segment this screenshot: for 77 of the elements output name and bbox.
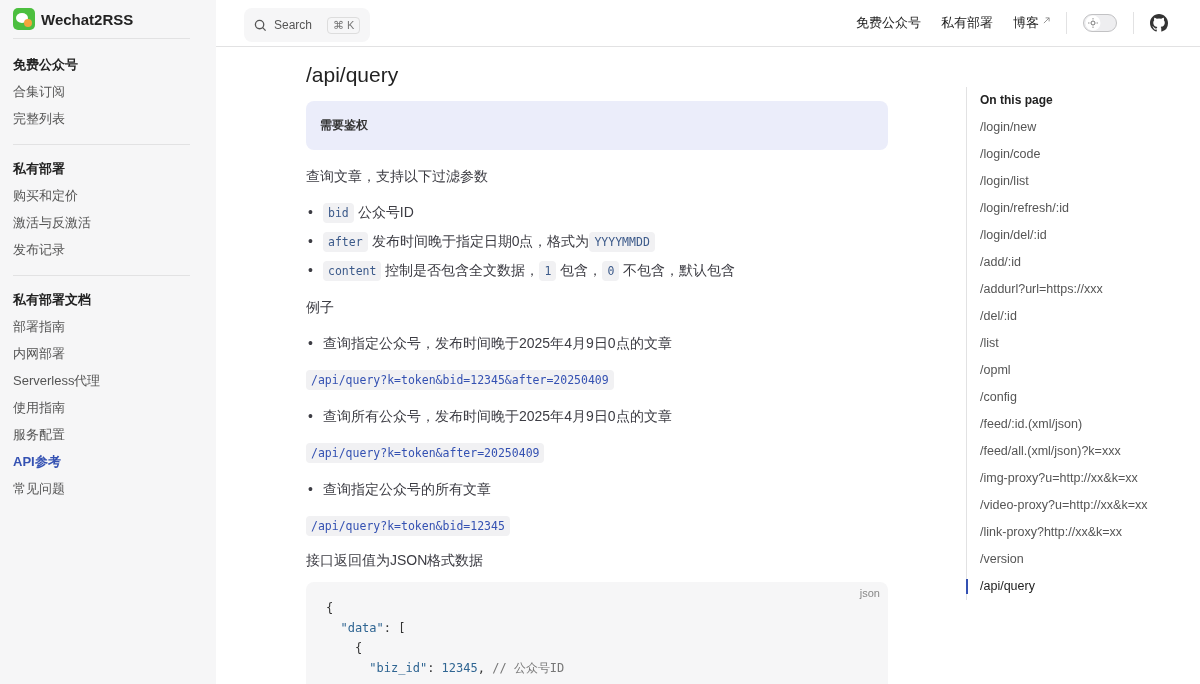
list-item-text: 不包含，默认包含: [623, 262, 736, 278]
logo-icon: [13, 8, 35, 30]
search-field[interactable]: Search ⌘ K: [244, 8, 371, 42]
paragraph-text: 例子: [306, 299, 334, 315]
sidebar-item[interactable]: 使用指南: [13, 394, 190, 421]
toc-link[interactable]: /config: [980, 384, 1182, 411]
paragraph-text: 接口返回值为JSON格式数据: [306, 552, 484, 568]
bullet: •: [307, 203, 314, 222]
bullet: •: [307, 480, 314, 499]
toc-link[interactable]: /add/:id: [980, 249, 1182, 276]
code-line: "biz_id": 12345, // 公众号ID: [368, 660, 566, 677]
sidebar-item[interactable]: API参考: [13, 448, 190, 475]
inline-code: /api/query?k=token&after=20250409: [306, 443, 545, 463]
bullet: •: [307, 261, 314, 280]
toc-link[interactable]: /login/list: [980, 168, 1182, 195]
nav-link[interactable]: 博客: [1013, 14, 1050, 32]
code-line: {: [353, 640, 364, 657]
toc-link[interactable]: /list: [980, 330, 1182, 357]
sidebar-section-title: 免费公众号: [13, 56, 79, 74]
inline-code: 1: [539, 261, 557, 281]
sidebar-item[interactable]: 发布记录: [13, 236, 190, 263]
inline-code: /api/query?k=token&bid=12345&after=20250409: [306, 370, 614, 390]
sidebar-item[interactable]: 服务配置: [13, 421, 190, 448]
toc-link[interactable]: /del/:id: [980, 303, 1182, 330]
shortcut-hint: ⌘ K: [327, 16, 361, 34]
nav-link[interactable]: 私有部署: [941, 14, 993, 32]
list-item-text: 查询指定公众号的所有文章: [323, 481, 491, 497]
toc-link[interactable]: /version: [980, 546, 1182, 573]
inline-code: content: [323, 261, 382, 281]
toc-link[interactable]: /login/code: [980, 141, 1182, 168]
toc-link[interactable]: /addurl?url=https://xxx: [980, 276, 1182, 303]
notice-text: 需要鉴权: [320, 118, 368, 132]
bullet: •: [307, 232, 314, 251]
site-name[interactable]: Wechat2RSS: [41, 10, 134, 28]
toc-link[interactable]: /login/new: [980, 114, 1182, 141]
toc-link[interactable]: /login/del/:id: [980, 222, 1182, 249]
nav-link[interactable]: 免费公众号: [856, 14, 921, 32]
toc-link[interactable]: /feed/:id.(xml/json): [980, 411, 1182, 438]
list-item-text: 包含，: [560, 262, 603, 278]
toc-link[interactable]: /img-proxy?u=http://xx&k=xx: [980, 465, 1182, 492]
sidebar-section-title: 私有部署: [13, 160, 66, 178]
code-language: json: [859, 587, 880, 599]
paragraph-text: 查询文章，支持以下过滤参数: [306, 168, 488, 184]
inline-code: after: [323, 232, 368, 252]
toc-link[interactable]: /login/refresh/:id: [980, 195, 1182, 222]
toc-title: On this page: [980, 92, 1054, 109]
inline-code: YYYYMMDD: [589, 232, 655, 252]
list-item-text: 查询指定公众号，发布时间晚于2025年4月9日0点的文章: [323, 335, 672, 351]
code-line: {: [326, 600, 335, 617]
toc-link[interactable]: /video-proxy?u=http://xx&k=xx: [980, 492, 1182, 519]
sidebar-item[interactable]: 激活与反激活: [13, 209, 190, 236]
theme-toggle[interactable]: [1083, 14, 1117, 32]
sidebar-section-title: 私有部署文档: [13, 291, 92, 309]
github-icon[interactable]: [1150, 14, 1168, 32]
list-item-text: 公众号ID: [357, 204, 414, 220]
sidebar-item[interactable]: 完整列表: [13, 105, 190, 132]
sidebar-item[interactable]: 购买和定价: [13, 182, 190, 209]
sidebar-item[interactable]: Serverless代理: [13, 367, 190, 394]
inline-code: 0: [602, 261, 620, 281]
inline-code: /api/query?k=token&bid=12345: [306, 516, 510, 536]
toc-link[interactable]: /opml: [980, 357, 1182, 384]
sidebar-item[interactable]: 合集订阅: [13, 78, 190, 105]
sidebar-item[interactable]: 内网部署: [13, 340, 190, 367]
sidebar-item[interactable]: 常见问题: [13, 475, 190, 502]
list-item-text: 控制是否包含全文数据，: [385, 262, 540, 278]
toc-link[interactable]: /feed/all.(xml/json)?k=xxx: [980, 438, 1182, 465]
inline-code: bid: [323, 203, 354, 223]
toc-link[interactable]: /link-proxy?http://xx&k=xx: [980, 519, 1182, 546]
list-item-text: 查询所有公众号，发布时间晚于2025年4月9日0点的文章: [323, 408, 672, 424]
page-heading: /api/query: [306, 63, 400, 87]
code-line: "data": [: [339, 620, 407, 637]
list-item-text: 发布时间晚于指定日期0点，格式为: [371, 233, 590, 249]
search-icon: [254, 18, 267, 32]
bullet: •: [307, 407, 314, 426]
sidebar-item[interactable]: 部署指南: [13, 313, 190, 340]
toc-link[interactable]: /api/query: [980, 573, 1182, 600]
bullet: •: [307, 334, 314, 353]
